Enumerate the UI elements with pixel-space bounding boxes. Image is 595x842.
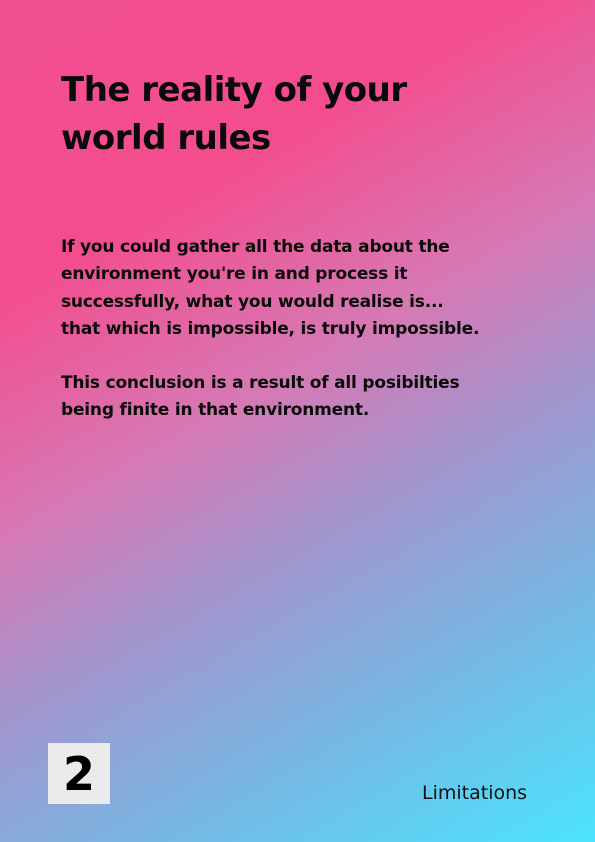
section-label: Limitations	[422, 782, 528, 804]
page-number-box: 2	[48, 743, 110, 804]
page-number: 2	[62, 746, 95, 801]
page-title: The reality of your world rules	[61, 70, 407, 158]
body-paragraph-1: If you could gather all the data about t…	[61, 237, 480, 339]
body-paragraph-2: This conclusion is a result of all posib…	[61, 373, 460, 421]
page: The reality of your world rules If you c…	[0, 0, 595, 842]
body-text: If you could gather all the data about t…	[61, 234, 481, 452]
